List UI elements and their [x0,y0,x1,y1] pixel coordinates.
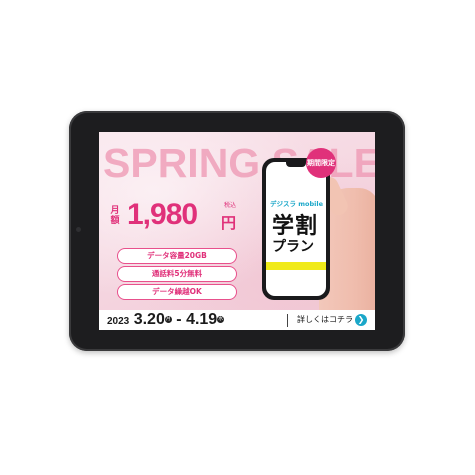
mockup-stage: SPRING SALE 月 額 1,980 税込 円 データ容量20GB 通話料… [0,0,475,475]
campaign-period: 2023 3.20月 - 4.19水 [107,311,225,329]
details-link-label: 詳しくはコチラ [297,315,353,324]
plan-subtitle: プラン [272,239,314,255]
price-value: 1,980 [127,198,198,231]
tablet-device: SPRING SALE 月 額 1,980 税込 円 データ容量20GB 通話料… [69,111,405,351]
footer-divider [287,314,288,327]
phone-screen: デジスラ mobile 学割 プラン [266,162,326,296]
price-currency: 円 [221,214,237,232]
period-year: 2023 [107,316,130,327]
tablet-screen: SPRING SALE 月 額 1,980 税込 円 データ容量20GB 通話料… [99,132,375,330]
price-block: 月 額 1,980 税込 円 [109,198,249,242]
period-end: 4.19 [186,311,218,328]
start-day-badge: 月 [164,316,172,324]
camera-dot [76,227,81,232]
feature-pill-rollover: データ繰越OK [117,284,237,300]
price-tax-note: 税込 [224,202,237,209]
footer-bar: 2023 3.20月 - 4.19水 詳しくはコチラ ❯ [99,310,375,330]
smartphone: デジスラ mobile 学割 プラン [262,158,330,300]
arrow-right-icon: ❯ [355,314,367,326]
highlight-bar [266,262,326,270]
brand-logo: デジスラ mobile [270,200,324,208]
end-day-badge: 水 [217,316,225,324]
details-link[interactable]: 詳しくはコチラ ❯ [291,310,371,330]
feature-pill-calls: 通話料5分無料 [117,266,237,282]
period-start: 3.20 [133,311,165,328]
feature-pill-data: データ容量20GB [117,248,237,264]
price-prefix: 月 額 [110,206,120,226]
period-separator: - [171,311,187,328]
phone-notch [286,162,306,167]
limited-time-badge: 期間限定 [306,148,336,178]
